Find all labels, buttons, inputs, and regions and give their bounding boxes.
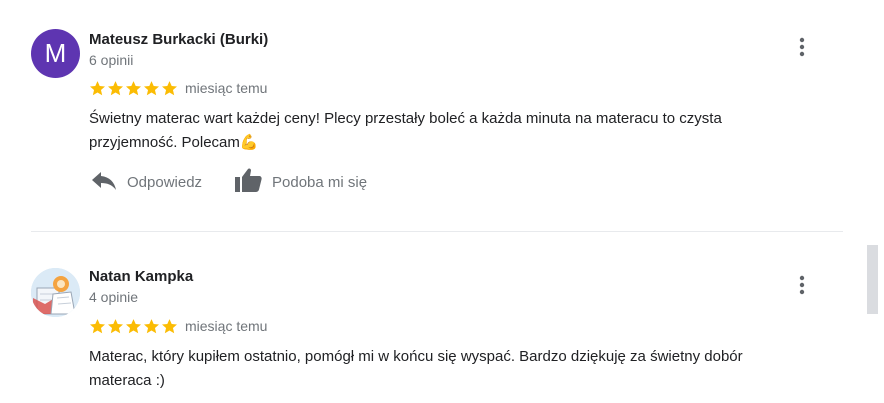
star-icon [143,80,160,95]
more-options-button[interactable] [790,273,814,297]
profile-illustration-icon [31,268,80,317]
like-label: Podoba mi się [272,173,368,191]
star-icon [89,80,106,95]
review-text: Materac, który kupiłem ostatnio, pomógł … [89,348,743,389]
reviewer-review-count[interactable]: 4 opinie [89,289,138,305]
avatar[interactable] [31,268,80,317]
review-text: Świetny materac wart każdej ceny! Plecy … [89,110,722,151]
star-icon [125,80,142,95]
review-date: miesiąc temu [185,318,268,334]
reviewer-name[interactable]: Natan Kampka [89,268,193,285]
star-icon [107,80,124,95]
more-options-button[interactable] [790,35,814,59]
star-rating [89,79,179,97]
more-vert-icon [799,275,805,295]
more-vert-icon [799,37,805,57]
review-list: M Mateusz Burkacki (Burki) 6 opinii mies… [0,0,884,403]
reviewer-review-count[interactable]: 6 opinii [89,52,133,68]
reply-label: Odpowiedz [127,173,203,191]
scrollbar-thumb[interactable] [867,245,878,314]
star-rating [89,317,179,335]
star-icon [107,318,124,333]
review-divider [31,231,843,232]
star-icon [161,318,178,333]
avatar[interactable]: M [31,29,80,78]
star-icon [125,318,142,333]
reply-icon [91,169,117,195]
thumbs-up-icon [234,167,262,197]
review-date: miesiąc temu [185,80,268,96]
reviewer-name[interactable]: Mateusz Burkacki (Burki) [89,31,268,48]
star-icon [143,318,160,333]
avatar-letter: M [44,38,67,68]
star-icon [161,80,178,95]
like-button[interactable]: Podoba mi się [234,167,368,197]
star-icon [89,318,106,333]
reply-button[interactable]: Odpowiedz [91,169,202,195]
